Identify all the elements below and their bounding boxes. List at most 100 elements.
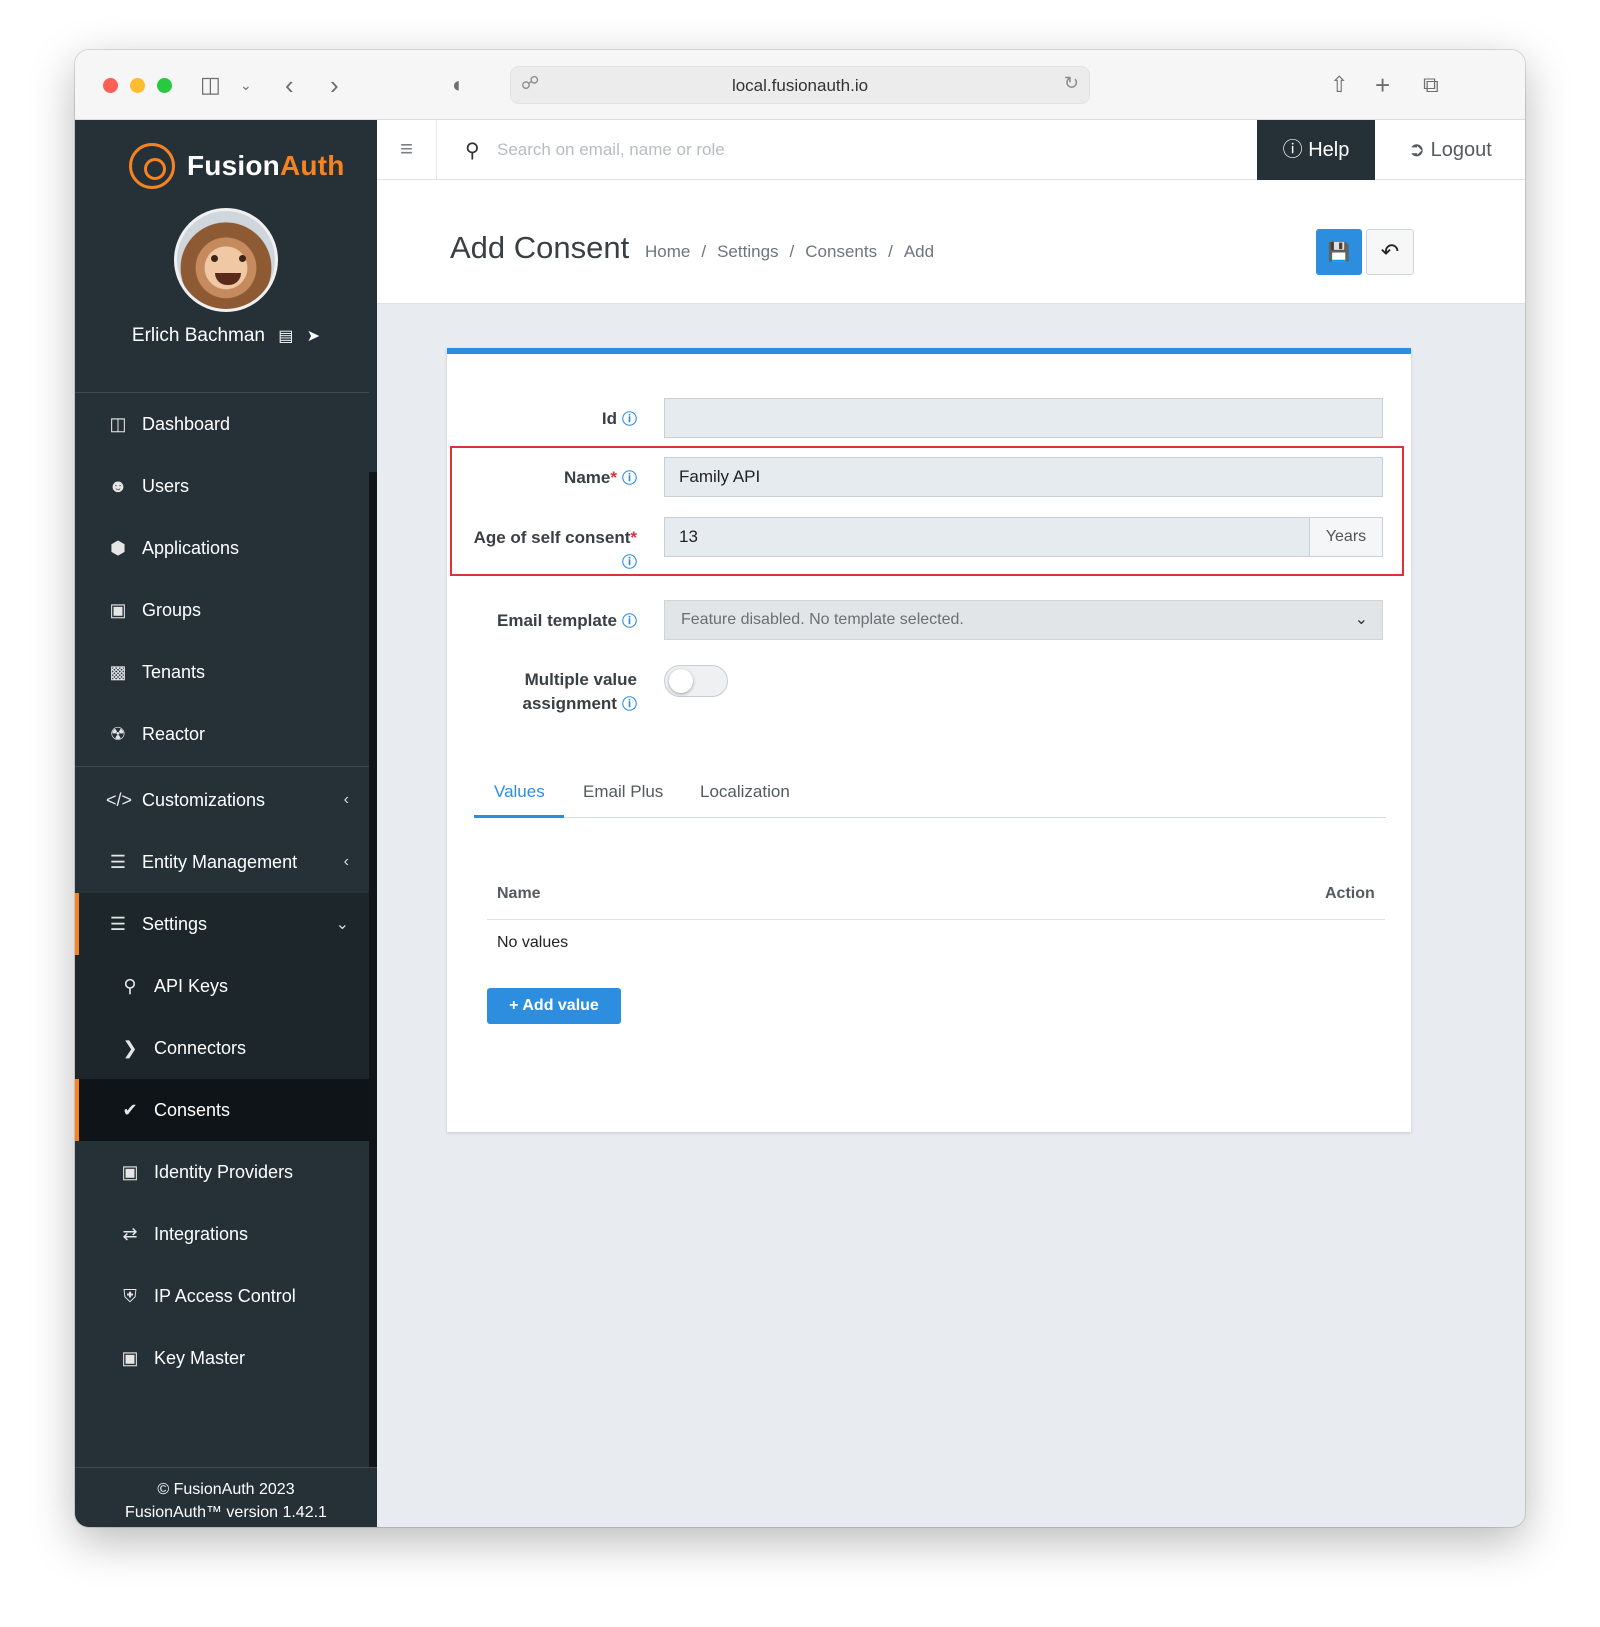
add-value-button[interactable]: + Add value xyxy=(487,988,621,1024)
sidebar-item-applications[interactable]: ⬢ Applications xyxy=(75,517,369,579)
browser-toolbar: ◫ ⌄ ‹ › ◐ ☍ local.fusionauth.io ↻ ⇧ + ⧉ xyxy=(75,50,1525,120)
new-tab-icon[interactable]: + xyxy=(1375,70,1390,100)
breadcrumb-consents[interactable]: Consents xyxy=(805,242,877,261)
sidebar-item-customizations[interactable]: </> Customizations ‹ xyxy=(75,769,369,831)
back-button[interactable]: ↶ xyxy=(1366,229,1414,275)
column-header-name: Name xyxy=(497,885,541,902)
tab-localization[interactable]: Localization xyxy=(700,782,790,802)
logo-text-part2: Auth xyxy=(279,150,345,181)
save-button[interactable]: 💾 xyxy=(1316,229,1362,275)
info-icon[interactable]: ⓘ xyxy=(622,411,637,428)
sidebar-item-label: Identity Providers xyxy=(154,1161,294,1182)
logout-label: Logout xyxy=(1430,139,1492,161)
sidebar-item-label: Applications xyxy=(142,537,240,558)
chevron-down-icon: ⌄ xyxy=(1354,611,1368,628)
id-card-icon[interactable]: ▤ xyxy=(278,328,293,345)
shield-icon: ⛨ xyxy=(123,1285,137,1306)
minimize-window-button[interactable] xyxy=(130,78,145,93)
exchange-icon: ⇄ xyxy=(122,1223,138,1244)
groups-icon: ▣ xyxy=(109,599,127,620)
copyright-text: © FusionAuth 2023 xyxy=(157,1481,295,1498)
back-arrow-icon[interactable]: ‹ xyxy=(285,70,294,100)
tab-overview-icon[interactable]: ⧉ xyxy=(1423,70,1439,100)
users-icon: ☻ xyxy=(108,475,128,496)
sidebar-item-label: Users xyxy=(142,475,190,496)
sidebar-item-identity-providers[interactable]: ▣ Identity Providers xyxy=(75,1141,369,1203)
help-label: Help xyxy=(1308,139,1350,161)
id-field[interactable] xyxy=(664,398,1383,438)
sidebar-item-connectors[interactable]: ❯ Connectors xyxy=(75,1017,369,1079)
tab-email-plus[interactable]: Email Plus xyxy=(583,782,663,802)
info-icon[interactable]: ⓘ xyxy=(622,613,637,630)
sidebar-item-label: API Keys xyxy=(154,975,229,996)
sidebar-item-api-keys[interactable]: ⚲ API Keys xyxy=(75,955,369,1017)
info-icon[interactable]: ⓘ xyxy=(622,470,637,487)
multiple-value-assignment-toggle[interactable] xyxy=(664,665,728,697)
sidebar-item-groups[interactable]: ▣ Groups xyxy=(75,579,369,641)
sidebar-item-tenants[interactable]: ▩ Tenants xyxy=(75,641,369,703)
active-tab-indicator xyxy=(474,815,564,818)
search-input[interactable] xyxy=(497,134,1197,166)
sidebar-item-label: Tenants xyxy=(142,661,206,682)
sidebar-item-label: Key Master xyxy=(154,1347,246,1368)
tab-values[interactable]: Values xyxy=(494,782,545,802)
forward-arrow-icon[interactable]: › xyxy=(330,70,339,100)
privacy-shield-icon[interactable]: ◐ xyxy=(452,70,465,100)
user-name[interactable]: Erlich Bachman xyxy=(132,325,265,346)
sidebar-item-label: Dashboard xyxy=(142,413,231,434)
sidebar-item-label: Entity Management xyxy=(142,851,298,872)
info-icon[interactable]: ⓘ xyxy=(622,696,637,713)
user-info: Erlich Bachman ▤ ➤ xyxy=(75,325,377,347)
reload-icon[interactable]: ↻ xyxy=(1064,73,1079,94)
plus-icon: + xyxy=(509,997,519,1014)
page-header: Add Consent Home / Settings / Consents / Add 💾… xyxy=(377,180,1525,304)
sidebar-item-consents[interactable]: ✔ Consents xyxy=(75,1079,369,1141)
chevron-down-icon[interactable]: ⌄ xyxy=(240,70,252,100)
avatar[interactable] xyxy=(174,208,278,312)
code-icon: </> xyxy=(106,789,133,810)
age-of-self-consent-label: Age of self consent* ⓘ xyxy=(473,528,637,571)
share-icon[interactable]: ⇧ xyxy=(1330,70,1348,100)
collapse-menu-icon[interactable]: ≡ xyxy=(377,120,437,180)
breadcrumb-settings[interactable]: Settings xyxy=(717,242,778,261)
chevron-down-icon: ⌄ xyxy=(335,916,349,933)
top-header: ≡ ⚲ ⓘ Help ➲ Logout xyxy=(377,120,1525,180)
zoom-window-button[interactable] xyxy=(157,78,172,93)
sidebar-toggle-icon[interactable]: ◫ xyxy=(200,70,221,100)
info-icon[interactable]: ⓘ xyxy=(622,554,637,571)
sidebar-item-entity-management[interactable]: ☰ Entity Management ‹ xyxy=(75,831,369,893)
name-field[interactable] xyxy=(664,457,1383,497)
sidebar-item-label: Reactor xyxy=(142,723,206,744)
lock-icon: ▣ xyxy=(121,1347,139,1368)
sidebar: FusionAuth Erlich Bachman ▤ ➤ ◫ Dashboar… xyxy=(75,120,377,1527)
address-bar[interactable]: ☍ local.fusionauth.io ↻ xyxy=(510,66,1090,104)
logout-button[interactable]: ➲ Logout xyxy=(1375,120,1525,180)
sidebar-item-ip-access-control[interactable]: ⛨ IP Access Control xyxy=(75,1265,369,1327)
logo-text-part1: Fusion xyxy=(187,150,280,181)
help-button[interactable]: ⓘ Help xyxy=(1257,120,1375,180)
email-template-label: Email template ⓘ xyxy=(496,611,637,630)
cube-icon: ⬢ xyxy=(110,537,126,558)
sidebar-item-users[interactable]: ☻ Users xyxy=(75,455,369,517)
sidebar-item-integrations[interactable]: ⇄ Integrations xyxy=(75,1203,369,1265)
email-template-select[interactable]: Feature disabled. No template selected. … xyxy=(664,600,1383,640)
age-of-self-consent-field[interactable] xyxy=(664,517,1311,557)
sidebar-item-label: Integrations xyxy=(154,1223,249,1244)
sliders-icon: ☰ xyxy=(109,913,127,934)
breadcrumb-home[interactable]: Home xyxy=(645,242,690,261)
breadcrumb: Home / Settings / Consents / Add xyxy=(645,242,935,261)
sidebar-item-key-master[interactable]: ▣ Key Master xyxy=(75,1327,369,1389)
sidebar-item-reactor[interactable]: ☢ Reactor xyxy=(75,703,369,765)
sidebar-item-label: Customizations xyxy=(142,789,266,810)
server-icon: ☰ xyxy=(109,851,127,872)
sidebar-footer: © FusionAuth 2023 FusionAuth™ version 1.… xyxy=(75,1467,377,1527)
location-arrow-icon[interactable]: ➤ xyxy=(307,328,320,345)
fusionauth-logo[interactable]: FusionAuth xyxy=(129,142,345,190)
sidebar-item-label: Connectors xyxy=(154,1037,247,1058)
key-icon: ⚲ xyxy=(123,975,137,996)
sidebar-item-settings[interactable]: ☰ Settings ⌄ xyxy=(75,893,369,955)
close-window-button[interactable] xyxy=(103,78,118,93)
reactor-icon: ☢ xyxy=(109,723,127,744)
sidebar-item-dashboard[interactable]: ◫ Dashboard xyxy=(75,393,369,455)
sidebar-scrollbar[interactable] xyxy=(369,472,377,1527)
